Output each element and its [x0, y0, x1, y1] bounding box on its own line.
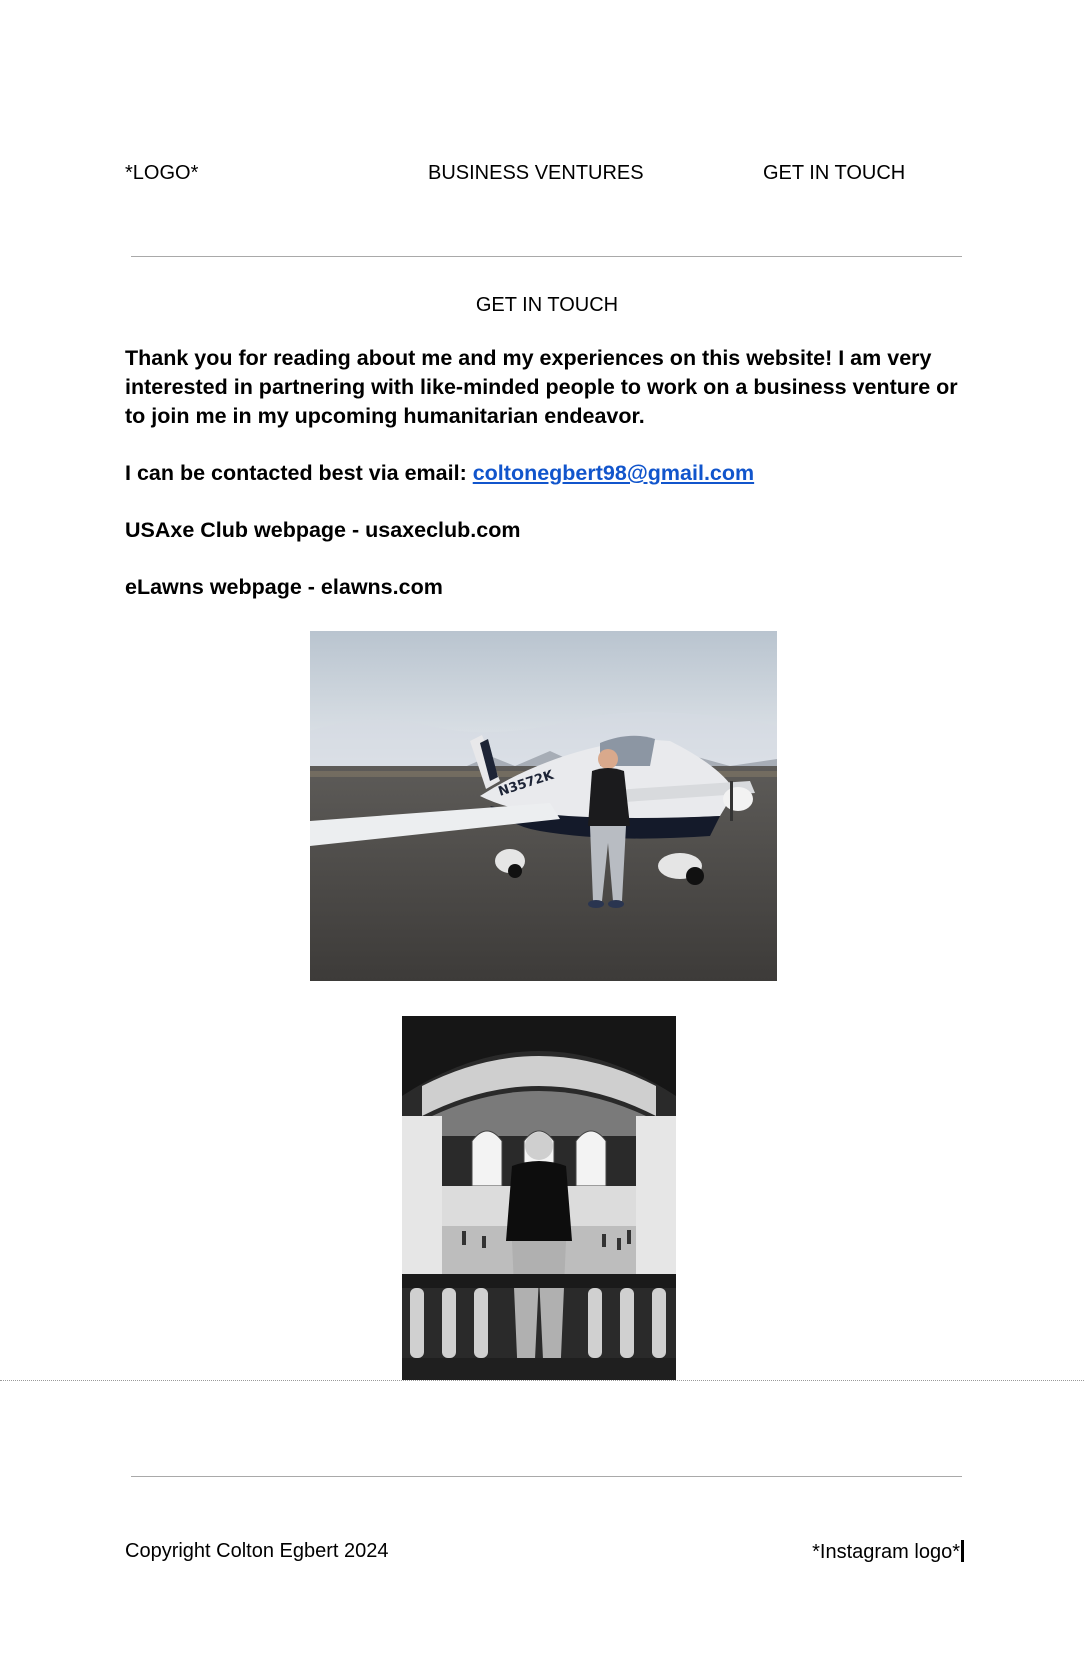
- contact-prefix: I can be contacted best via email:: [125, 461, 473, 485]
- footer-divider: [131, 1476, 962, 1477]
- copyright-text: Copyright Colton Egbert 2024: [125, 1540, 389, 1562]
- instagram-label: *Instagram logo*: [812, 1541, 960, 1563]
- contact-line: I can be contacted best via email: colto…: [125, 459, 975, 488]
- text-cursor: [961, 1540, 964, 1562]
- nav-get-in-touch[interactable]: GET IN TOUCH: [763, 162, 905, 185]
- page-break: [0, 1380, 1084, 1381]
- elawns-line: eLawns webpage - elawns.com: [125, 575, 443, 599]
- airplane-photo: N3572K: [310, 631, 777, 981]
- logo-placeholder[interactable]: *LOGO*: [125, 162, 198, 185]
- page-title: GET IN TOUCH: [475, 294, 619, 316]
- header-divider: [131, 256, 962, 257]
- email-link[interactable]: coltonegbert98@gmail.com: [473, 461, 754, 485]
- intro-paragraph: Thank you for reading about me and my ex…: [125, 346, 958, 428]
- nav-business-ventures[interactable]: BUSINESS VENTURES: [428, 162, 644, 185]
- grand-terminal-photo: [402, 1016, 676, 1380]
- instagram-logo-placeholder[interactable]: *Instagram logo*: [812, 1540, 964, 1564]
- usaxe-line: USAxe Club webpage - usaxeclub.com: [125, 518, 521, 542]
- top-nav: *LOGO* BUSINESS VENTURES GET IN TOUCH: [125, 162, 965, 188]
